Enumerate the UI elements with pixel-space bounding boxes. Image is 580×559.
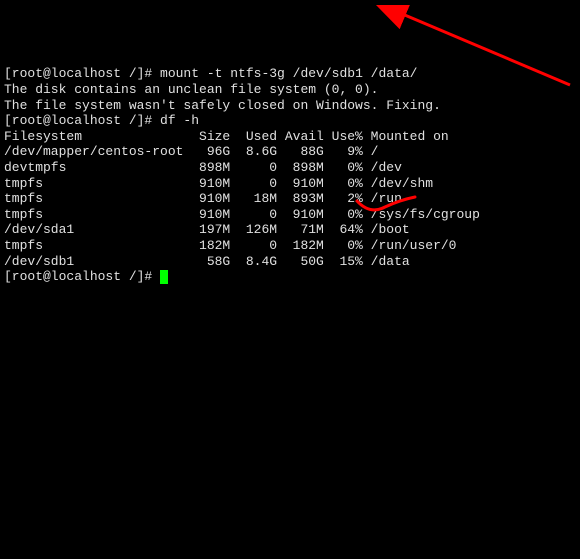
terminal-line-command: [root@localhost /]# df -h	[4, 113, 576, 129]
df-header: Filesystem Size Used Avail Use% Mounted …	[4, 129, 576, 145]
df-row: /dev/sdb1 58G 8.4G 50G 15% /data	[4, 254, 576, 270]
terminal-output-line: The disk contains an unclean file system…	[4, 82, 576, 98]
terminal-line-prompt: [root@localhost /]#	[4, 269, 576, 285]
df-row: /dev/mapper/centos-root 96G 8.6G 88G 9% …	[4, 144, 576, 160]
command-text: df -h	[160, 113, 199, 128]
shell-prompt: [root@localhost /]#	[4, 269, 160, 284]
df-row: tmpfs 910M 0 910M 0% /sys/fs/cgroup	[4, 207, 576, 223]
df-row: tmpfs 182M 0 182M 0% /run/user/0	[4, 238, 576, 254]
df-row: /dev/sda1 197M 126M 71M 64% /boot	[4, 222, 576, 238]
shell-prompt: [root@localhost /]#	[4, 113, 160, 128]
df-row: devtmpfs 898M 0 898M 0% /dev	[4, 160, 576, 176]
df-row: tmpfs 910M 18M 893M 2% /run	[4, 191, 576, 207]
cursor-icon	[160, 270, 168, 284]
df-row: tmpfs 910M 0 910M 0% /dev/shm	[4, 176, 576, 192]
terminal-output-line: The file system wasn't safely closed on …	[4, 98, 576, 114]
terminal-line-command: [root@localhost /]# mount -t ntfs-3g /de…	[4, 66, 576, 82]
shell-prompt: [root@localhost /]#	[4, 66, 160, 81]
terminal-screen[interactable]: [root@localhost /]# mount -t ntfs-3g /de…	[4, 66, 576, 284]
command-text: mount -t ntfs-3g /dev/sdb1 /data/	[160, 66, 417, 81]
